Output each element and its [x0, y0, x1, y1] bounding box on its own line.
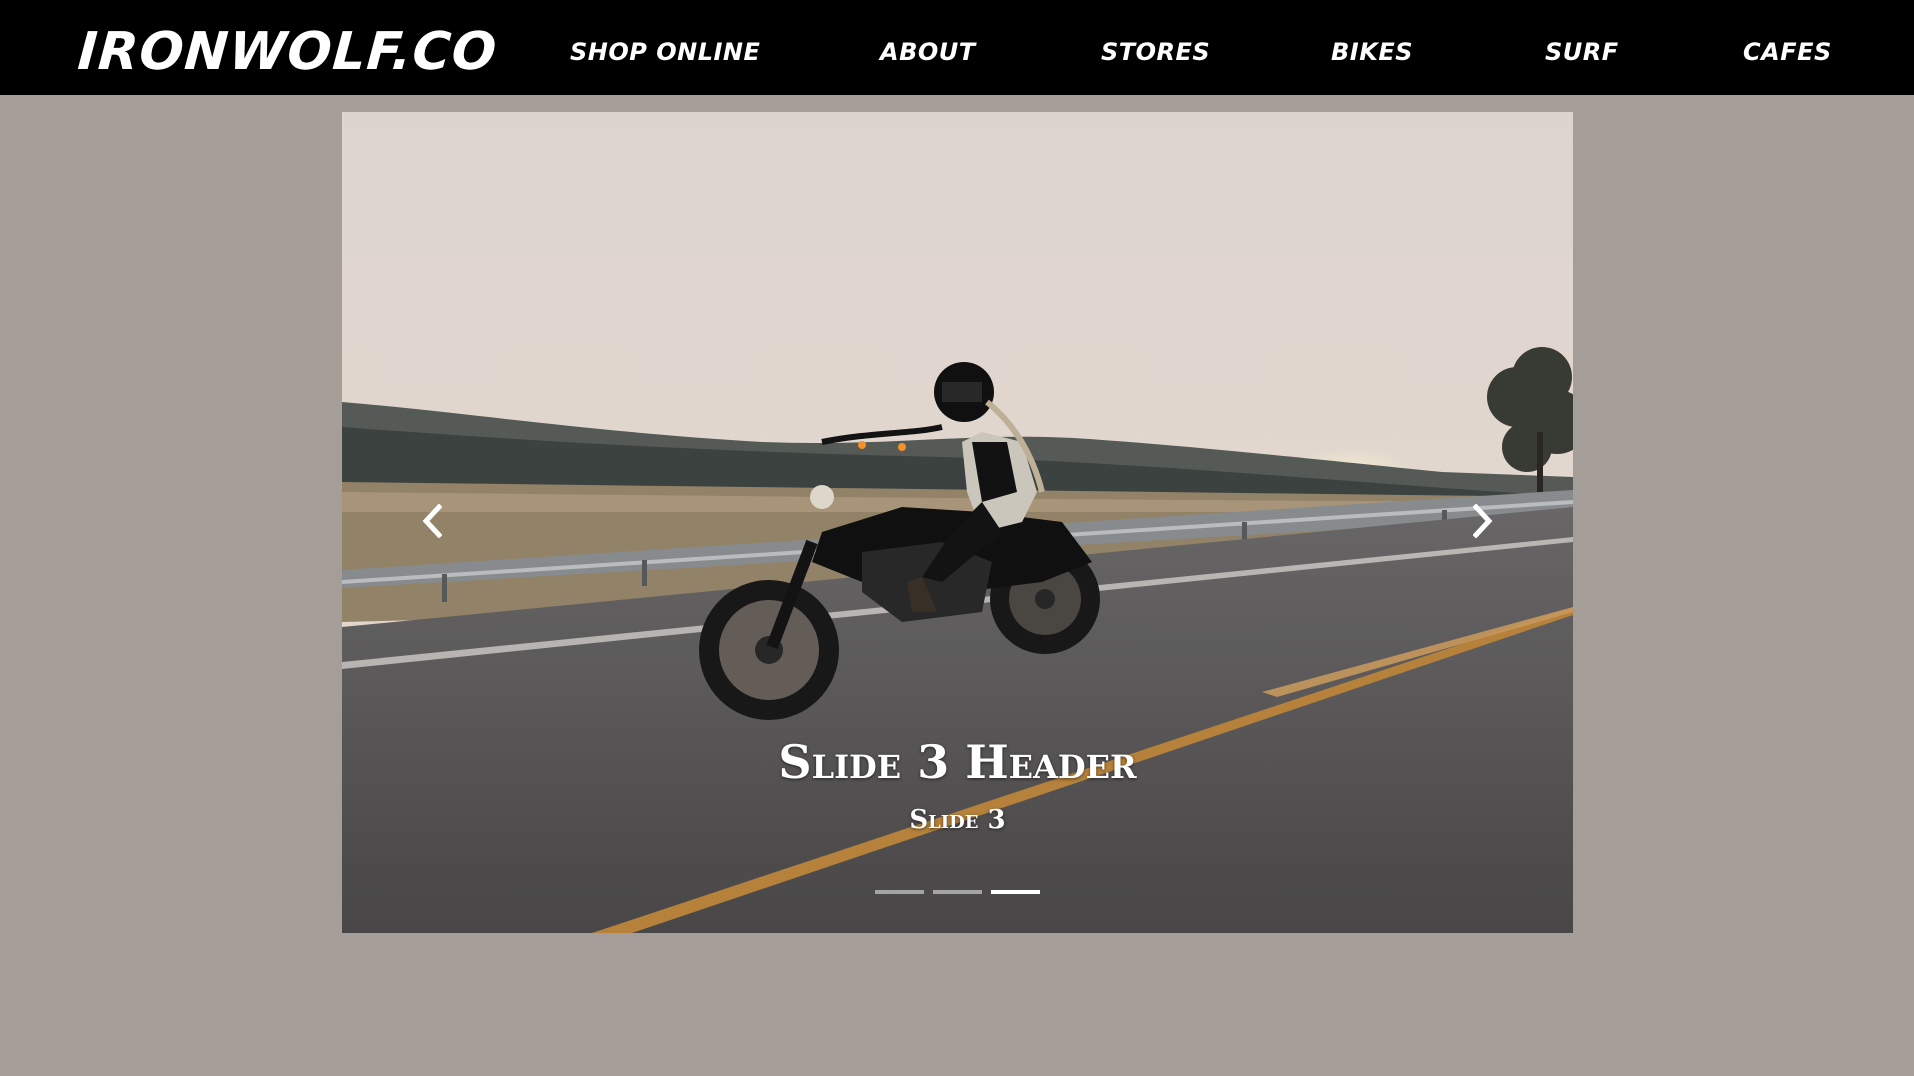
carousel-indicator-2[interactable] — [933, 886, 982, 898]
nav-item-bikes[interactable]: BIKES — [1331, 38, 1413, 66]
nav-item-stores[interactable]: STORES — [1101, 38, 1210, 66]
nav-item-surf[interactable]: SURF — [1545, 38, 1619, 66]
carousel-indicators — [875, 886, 1041, 898]
chevron-right-icon — [1473, 504, 1493, 538]
nav-item-about[interactable]: ABOUT — [880, 38, 976, 66]
carousel-indicator-3[interactable] — [991, 886, 1040, 898]
carousel-indicator-1[interactable] — [875, 886, 924, 898]
brand-logo[interactable]: IRONWOLF.CO — [76, 22, 499, 82]
slide-caption-text: Slide 3 — [909, 805, 1006, 835]
nav-item-shop-online[interactable]: SHOP ONLINE — [570, 38, 760, 66]
slide-caption-title: Slide 3 Header — [778, 735, 1137, 789]
image-carousel: Slide 3 Header Slide 3 — [342, 112, 1573, 933]
nav-item-cafes[interactable]: CAFES — [1743, 38, 1832, 66]
navbar: IRONWOLF.CO SHOP ONLINE ABOUT STORES BIK… — [0, 0, 1914, 95]
chevron-left-icon — [422, 504, 442, 538]
